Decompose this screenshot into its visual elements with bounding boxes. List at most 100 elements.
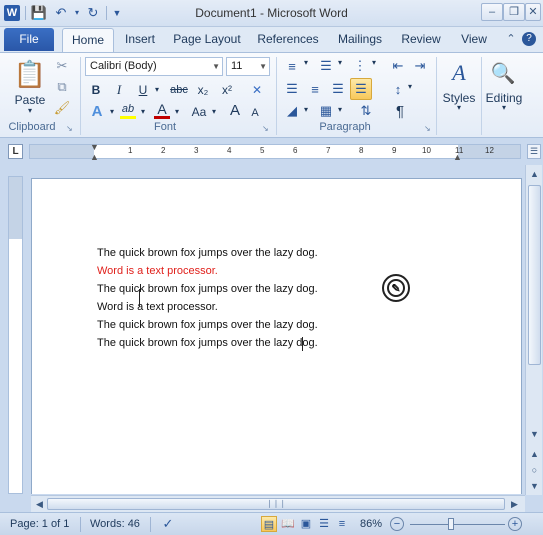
vertical-ruler[interactable] (8, 176, 23, 494)
copy-icon[interactable]: ⧉ (53, 78, 71, 96)
doc-line[interactable]: The quick brown fox jumps over the lazy … (97, 319, 318, 331)
doc-line[interactable]: The quick brown fox jumps over the lazy … (97, 247, 318, 259)
print-layout-icon[interactable]: ▤ (261, 516, 277, 532)
borders-dropdown-icon[interactable]: ▾ (336, 105, 344, 114)
borders-icon[interactable]: ▦ (316, 101, 336, 121)
numbering-icon[interactable]: ☰ (316, 57, 336, 75)
zoom-in-icon[interactable]: + (508, 517, 522, 531)
bullets-dropdown-icon[interactable]: ▾ (302, 58, 310, 67)
scroll-up-icon[interactable]: ▲ (528, 167, 541, 181)
draft-icon[interactable]: ≡ (334, 516, 350, 532)
proofing-icon[interactable]: ✓ (160, 516, 176, 532)
scrollbar-thumb[interactable] (528, 185, 541, 365)
font-color-dropdown-icon[interactable]: ▾ (173, 103, 181, 121)
web-layout-icon[interactable]: ▣ (298, 516, 314, 532)
font-color-button[interactable]: A (152, 101, 172, 119)
styles-dropdown-icon[interactable]: ▾ (438, 103, 480, 112)
tab-file[interactable]: File (4, 28, 54, 51)
scrollbar-thumb[interactable]: ❘❘❘ (47, 498, 505, 510)
strikethrough-button[interactable]: abc (167, 80, 191, 100)
multilevel-dropdown-icon[interactable]: ▾ (370, 58, 378, 67)
text-effects-dropdown-icon[interactable]: ▾ (108, 103, 116, 121)
change-case-button[interactable]: Aa (187, 103, 211, 121)
tab-insert[interactable]: Insert (118, 28, 162, 52)
highlight-button[interactable]: ab (118, 101, 138, 119)
next-page-icon[interactable]: ▼ (528, 479, 541, 493)
horizontal-ruler[interactable]: ▼ ▲ ▲ 1 2 3 4 5 6 7 8 9 10 11 12 (29, 142, 521, 162)
font-launcher-icon[interactable]: ↘ (262, 124, 271, 133)
styles-icon[interactable]: A (444, 57, 474, 89)
minimize-icon[interactable]: – (481, 3, 503, 21)
close-icon[interactable]: ✕ (525, 3, 541, 21)
bullets-icon[interactable]: ≡ (282, 57, 302, 75)
underline-dropdown-icon[interactable]: ▾ (152, 80, 162, 100)
zoom-level[interactable]: 86% (360, 518, 382, 530)
minimize-ribbon-icon[interactable]: ⌃ (504, 32, 518, 46)
tab-selector[interactable]: L (8, 144, 23, 159)
tab-review[interactable]: Review (396, 28, 446, 52)
font-size-select[interactable]: 11 ▼ (226, 57, 270, 76)
shading-dropdown-icon[interactable]: ▾ (302, 105, 310, 114)
text-effects-button[interactable]: A (86, 103, 108, 121)
tab-mailings[interactable]: Mailings (330, 28, 390, 52)
paste-dropdown-icon[interactable]: ▾ (10, 106, 50, 115)
clipboard-launcher-icon[interactable]: ↘ (66, 124, 75, 133)
shading-icon[interactable]: ◢ (282, 101, 302, 121)
help-icon[interactable]: ? (522, 32, 536, 46)
line-spacing-icon[interactable]: ↕ (388, 79, 408, 99)
horizontal-scrollbar[interactable]: ◀ ❘❘❘ ▶ (31, 495, 525, 512)
scroll-down-icon[interactable]: ▼ (528, 427, 541, 441)
scroll-right-icon[interactable]: ▶ (508, 497, 521, 511)
restore-icon[interactable]: ❐ (503, 3, 525, 21)
paste-button[interactable]: Paste (10, 93, 50, 107)
tab-view[interactable]: View (454, 28, 494, 52)
align-left-icon[interactable]: ☰ (282, 79, 302, 99)
shrink-font-button[interactable]: A (247, 104, 263, 122)
multilevel-list-icon[interactable]: ⋮ (350, 57, 370, 75)
doc-line[interactable]: The quick brown fox jumps over the lazy … (97, 337, 318, 349)
page-count[interactable]: Page: 1 of 1 (10, 518, 69, 530)
superscript-button[interactable]: x² (218, 80, 236, 100)
clear-formatting-icon[interactable]: ✕ (248, 80, 266, 100)
italic-button[interactable]: I (110, 80, 128, 100)
tab-page-layout[interactable]: Page Layout (168, 28, 246, 52)
bold-button[interactable]: B (86, 80, 106, 100)
tab-references[interactable]: References (252, 28, 324, 52)
scroll-left-icon[interactable]: ◀ (33, 497, 46, 511)
align-right-icon[interactable]: ☰ (328, 79, 348, 99)
select-browse-object-icon[interactable]: ○ (528, 463, 541, 477)
numbering-dropdown-icon[interactable]: ▾ (336, 58, 344, 67)
format-painter-icon[interactable]: 🖌 (53, 99, 71, 117)
word-count[interactable]: Words: 46 (90, 518, 140, 530)
line-spacing-dropdown-icon[interactable]: ▾ (406, 82, 414, 91)
binoculars-icon[interactable]: 🔍 (488, 57, 518, 89)
sort-icon[interactable]: ⇅ (356, 101, 376, 121)
editing-dropdown-icon[interactable]: ▾ (482, 103, 526, 112)
hanging-indent-marker[interactable]: ▲ (90, 152, 99, 162)
document-page[interactable]: The quick brown fox jumps over the lazy … (31, 178, 522, 494)
view-ruler-icon[interactable]: ☰ (527, 144, 541, 159)
paragraph-launcher-icon[interactable]: ↘ (424, 124, 433, 133)
align-center-icon[interactable]: ≡ (305, 79, 325, 99)
vertical-scrollbar[interactable]: ▲ ▼ ▲ ○ ▼ (525, 165, 542, 495)
doc-line[interactable]: Word is a text processor. (97, 301, 218, 313)
grow-font-button[interactable]: A (226, 102, 244, 120)
outline-icon[interactable]: ☰ (316, 516, 332, 532)
zoom-slider[interactable] (410, 524, 505, 525)
zoom-slider-thumb[interactable] (448, 518, 454, 530)
subscript-button[interactable]: x₂ (194, 80, 212, 100)
full-screen-reading-icon[interactable]: 📖 (280, 516, 296, 532)
increase-indent-icon[interactable]: ⇥ (410, 57, 430, 75)
cut-icon[interactable]: ✂ (53, 57, 71, 75)
change-case-dropdown-icon[interactable]: ▾ (210, 103, 218, 121)
tab-home[interactable]: Home (62, 28, 114, 52)
doc-line[interactable]: Word is a text processor. (97, 265, 218, 277)
highlight-dropdown-icon[interactable]: ▾ (139, 103, 147, 121)
font-name-select[interactable]: Calibri (Body) ▼ (85, 57, 223, 76)
doc-line[interactable]: The quick brown fox jumps over the lazy … (97, 283, 318, 295)
decrease-indent-icon[interactable]: ⇤ (388, 57, 408, 75)
justify-icon[interactable]: ☰ (350, 78, 372, 100)
paste-icon[interactable]: 📋 (14, 57, 46, 91)
previous-page-icon[interactable]: ▲ (528, 447, 541, 461)
show-marks-button[interactable]: ¶ (390, 102, 410, 122)
